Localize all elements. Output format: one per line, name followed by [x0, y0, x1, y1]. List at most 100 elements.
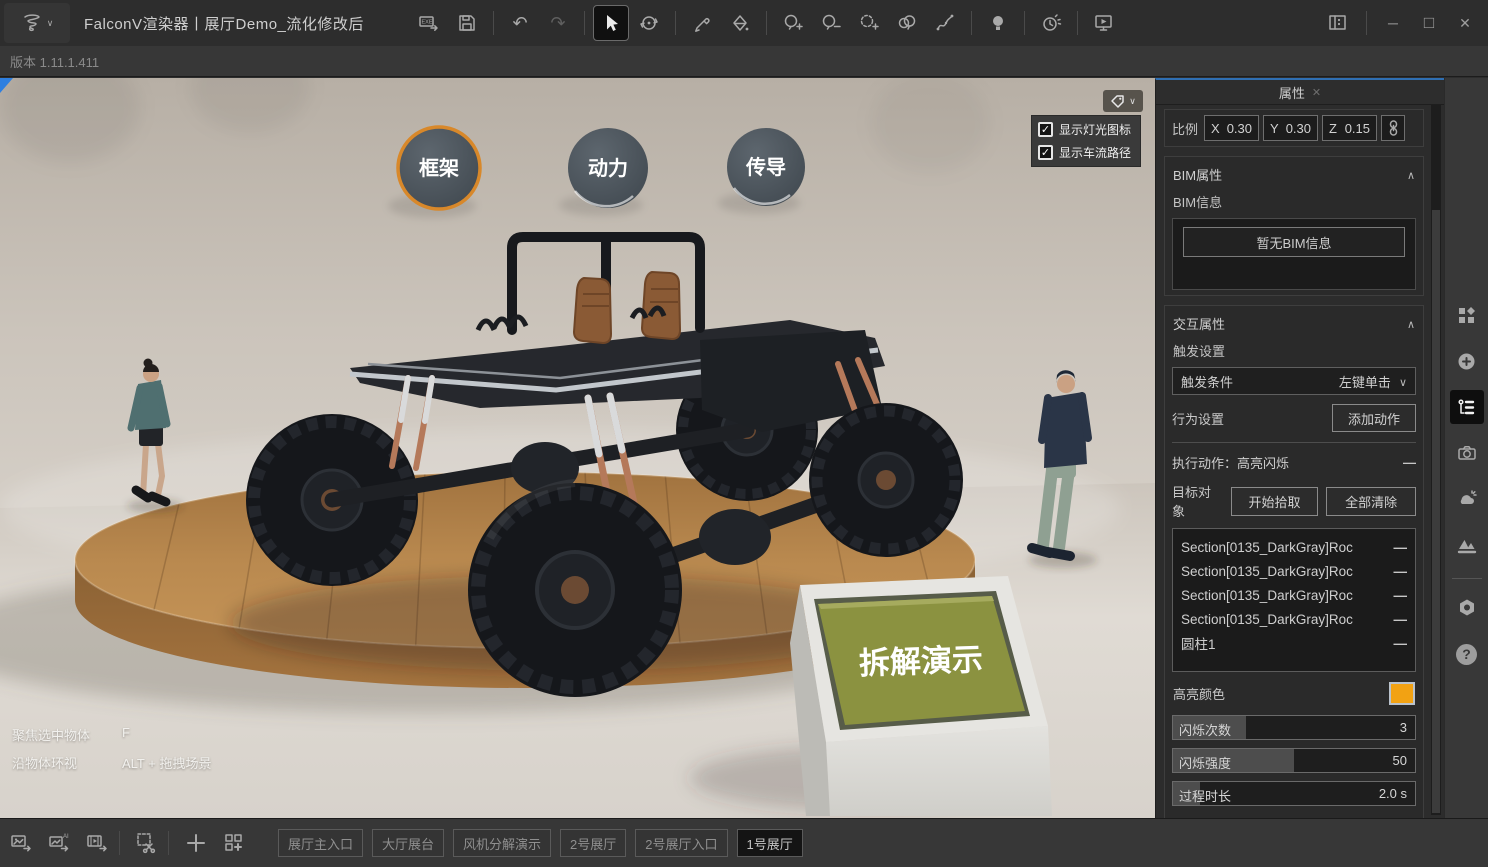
minimize-button[interactable] [1378, 7, 1408, 39]
image-export-icon [10, 831, 34, 855]
tab-hall-1[interactable]: 1号展厅 [737, 829, 803, 857]
light-add-button[interactable] [776, 6, 810, 40]
menu-item-show-traffic[interactable]: 显示车流路径 [1038, 144, 1134, 161]
tab-label: 展厅主入口 [288, 834, 353, 853]
remove-target-icon[interactable] [1394, 540, 1408, 555]
light-remove-button[interactable] [814, 6, 848, 40]
target-object-list[interactable]: Section[0135_DarkGray]Roc Section[0135_D… [1172, 528, 1416, 672]
video-export-button[interactable] [82, 827, 114, 859]
panel-scrollbar[interactable] [1431, 105, 1441, 815]
scene-tree-panel-button[interactable] [1450, 390, 1484, 424]
app-menu-button[interactable]: ∨ [4, 3, 70, 43]
scrollbar-thumb[interactable] [1432, 210, 1440, 813]
collapse-icon[interactable] [1407, 167, 1415, 182]
eyedropper-tool-button[interactable] [685, 6, 719, 40]
crop-screenshot-button[interactable] [131, 827, 163, 859]
highlight-color-swatch[interactable] [1389, 682, 1415, 705]
fill-tool-button[interactable] [723, 6, 757, 40]
demo-play-button[interactable] [1087, 6, 1121, 40]
flash-count-slider[interactable]: 闪烁次数 3 [1172, 715, 1416, 740]
bim-section-header[interactable]: BIM属性 [1172, 162, 1416, 190]
start-pick-button[interactable]: 开始拾取 [1231, 487, 1319, 516]
scale-x-field[interactable]: X 0.30 [1204, 115, 1259, 141]
ai-image-export-button[interactable]: AI [44, 827, 76, 859]
target-list-item[interactable]: Section[0135_DarkGray]Roc [1181, 583, 1407, 607]
remove-target-icon[interactable] [1394, 588, 1408, 603]
slider-value: 50 [1393, 753, 1407, 768]
orbit-tool-button[interactable] [632, 6, 666, 40]
hint-row: 沿物体环视 ALT + 拖拽场景 [12, 753, 211, 772]
image-export-button[interactable] [6, 827, 38, 859]
kiosk-screen[interactable]: 拆解演示 [858, 642, 983, 681]
interaction-section-header[interactable]: 交互属性 [1172, 311, 1416, 339]
path-tool-button[interactable] [928, 6, 962, 40]
close-button[interactable] [1450, 7, 1480, 39]
camera-panel-button[interactable] [1450, 436, 1484, 470]
remove-target-icon[interactable] [1394, 612, 1408, 627]
scale-y-field[interactable]: Y 0.30 [1263, 115, 1318, 141]
lightbulb-button[interactable] [981, 6, 1015, 40]
timer-icon [1040, 12, 1062, 34]
add-action-button[interactable]: 添加动作 [1332, 404, 1416, 432]
divider [1024, 11, 1025, 35]
target-list-item[interactable]: 圆柱1 [1181, 631, 1407, 655]
select-tool-button[interactable] [594, 6, 628, 40]
scale-link-toggle[interactable] [1381, 115, 1405, 141]
checkbox-checked-icon[interactable] [1038, 122, 1053, 137]
close-icon[interactable] [1312, 86, 1321, 99]
flash-intensity-slider[interactable]: 闪烁强度 50 [1172, 748, 1416, 773]
viewport-3d[interactable]: 框架 动力 传导 [0, 78, 1155, 818]
bottom-bar: AI 展厅主入口 大厅展台 风机分解演示 [0, 818, 1488, 867]
terrain-panel-button[interactable] [1450, 528, 1484, 562]
undo-button[interactable]: ↶ [503, 6, 537, 40]
target-list-item[interactable]: Section[0135_DarkGray]Roc [1181, 535, 1407, 559]
layout-button[interactable] [1321, 6, 1355, 40]
tab-hall-main-entrance[interactable]: 展厅主入口 [278, 829, 363, 857]
tab-label: 2号展厅入口 [645, 834, 717, 853]
target-list-item[interactable]: Section[0135_DarkGray]Roc [1181, 559, 1407, 583]
remove-action-icon[interactable] [1403, 455, 1416, 470]
menu-item-show-lights[interactable]: 显示灯光图标 [1038, 121, 1134, 138]
tab-label: 1号展厅 [747, 834, 793, 853]
tab-hall-2[interactable]: 2号展厅 [560, 829, 626, 857]
trigger-condition-dropdown[interactable]: 触发条件 左键单击 [1172, 367, 1416, 395]
help-button[interactable] [1450, 637, 1484, 671]
plus-icon [185, 832, 207, 854]
redo-button[interactable]: ↷ [541, 6, 575, 40]
maximize-button[interactable] [1414, 7, 1444, 39]
tag-visibility-button[interactable]: ∨ [1103, 90, 1143, 112]
save-button[interactable] [450, 6, 484, 40]
panel-tab-properties[interactable]: 属性 [1156, 80, 1444, 105]
duration-slider[interactable]: 过程时长 2.0 s [1172, 781, 1416, 806]
material-panel-button[interactable] [1450, 344, 1484, 378]
scale-z-field[interactable]: Z 0.15 [1322, 115, 1377, 141]
light-pick-add-button[interactable] [852, 6, 886, 40]
remove-target-icon[interactable] [1394, 636, 1408, 651]
add-view-button[interactable] [180, 827, 212, 859]
bim-empty-button[interactable]: 暂无BIM信息 [1183, 227, 1405, 257]
exe-export-button[interactable]: EXE [412, 6, 446, 40]
tab-lobby-booth[interactable]: 大厅展台 [372, 829, 444, 857]
tab-hall-2-entrance[interactable]: 2号展厅入口 [635, 829, 727, 857]
clear-all-button[interactable]: 全部清除 [1326, 487, 1416, 516]
svg-text:传导: 传导 [745, 156, 786, 179]
assets-panel-button[interactable] [1450, 298, 1484, 332]
light-group-button[interactable] [890, 6, 924, 40]
settings-button[interactable] [1450, 591, 1484, 625]
target-list-item[interactable]: Section[0135_DarkGray]Roc [1181, 607, 1407, 631]
divider [766, 11, 767, 35]
remove-target-icon[interactable] [1394, 564, 1408, 579]
trigger-settings-label: 触发设置 [1172, 339, 1416, 367]
video-export-icon [86, 831, 110, 855]
highlight-color-row: 高亮颜色 [1173, 682, 1415, 705]
fill-bucket-icon [730, 13, 750, 33]
environment-panel-button[interactable] [1450, 482, 1484, 516]
tab-label: 大厅展台 [382, 834, 434, 853]
timer-button[interactable] [1034, 6, 1068, 40]
collapse-icon[interactable] [1407, 316, 1415, 331]
tab-fan-disassembly[interactable]: 风机分解演示 [453, 829, 551, 857]
settings-nut-icon [1456, 597, 1478, 619]
target-name: Section[0135_DarkGray]Roc [1181, 564, 1353, 579]
checkbox-checked-icon[interactable] [1038, 145, 1053, 160]
add-grid-view-button[interactable] [218, 827, 250, 859]
